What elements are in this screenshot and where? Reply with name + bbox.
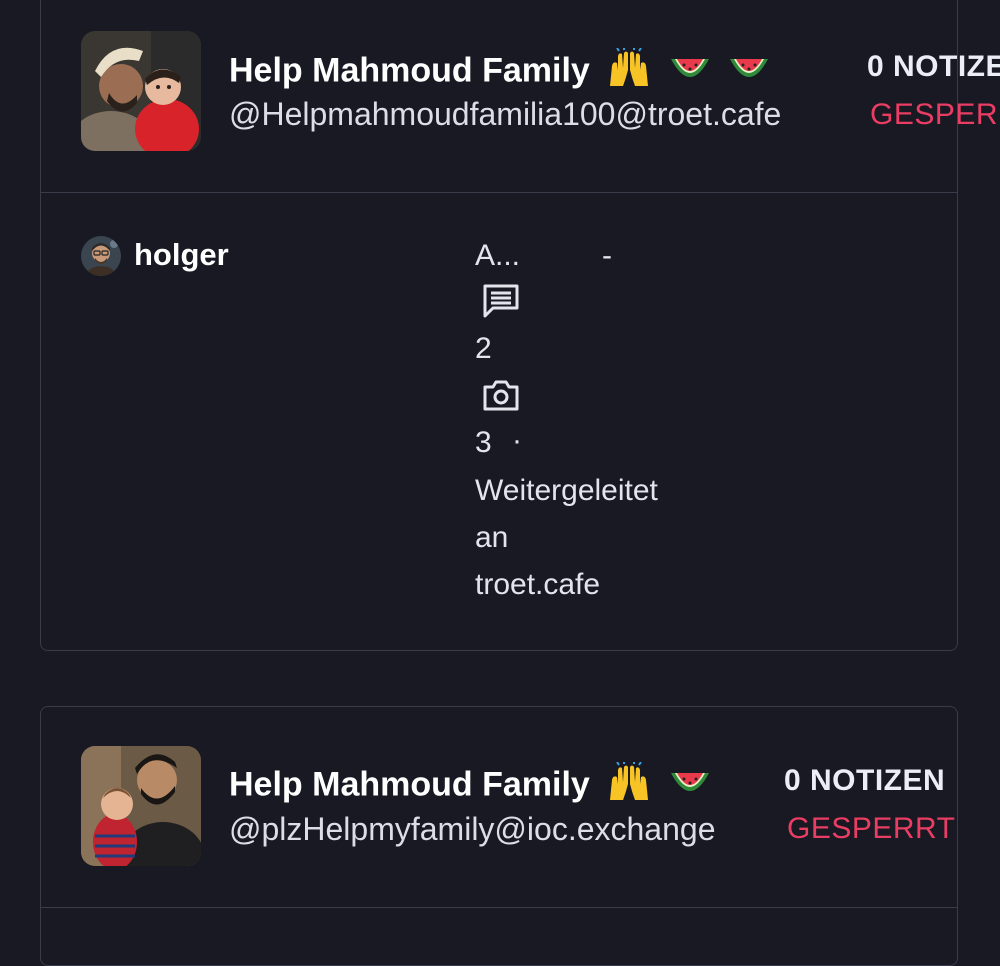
account-display-name[interactable]: Help Mahmoud Family [229,761,711,811]
display-name-text: Help Mahmoud Family [229,765,590,804]
card-divider [41,907,957,908]
display-name-text: Help Mahmoud Family [229,51,590,90]
raising-hands-icon [607,47,651,97]
account-avatar[interactable] [81,31,201,151]
comment-preview[interactable]: A... [475,239,520,273]
notes-count[interactable]: 0 NOTIZE [867,50,1000,84]
forwarded-label-line-2: an [475,521,509,554]
separator-dot: · [512,424,522,457]
status-badge: GESPERR [870,98,1000,131]
watermelon-icon [669,53,711,92]
watermelon-icon [669,767,711,806]
date-dash: - [602,239,612,272]
account-avatar[interactable] [81,746,201,866]
watermelon-icon [728,53,770,92]
raising-hands-icon [607,761,651,811]
comments-count: 2 [475,332,492,365]
chat-bubble-lines-icon [482,282,520,325]
forwarded-label-line-1: Weitergeleitet [475,474,658,507]
moderator-name[interactable]: holger [134,237,229,273]
camera-icon [482,377,520,418]
media-count: 3 [475,426,492,459]
card-divider [41,192,957,193]
account-display-name[interactable]: Help Mahmoud Family [229,47,770,97]
forwarded-domain[interactable]: troet.cafe [475,568,600,602]
moderator-avatar[interactable] [81,236,121,276]
account-handle[interactable]: @Helpmahmoudfamilia100@troet.cafe [229,96,781,133]
notes-count[interactable]: 0 NOTIZEN [784,764,945,798]
account-handle[interactable]: @plzHelpmyfamily@ioc.exchange [229,811,715,848]
status-badge: GESPERRT [787,812,956,845]
